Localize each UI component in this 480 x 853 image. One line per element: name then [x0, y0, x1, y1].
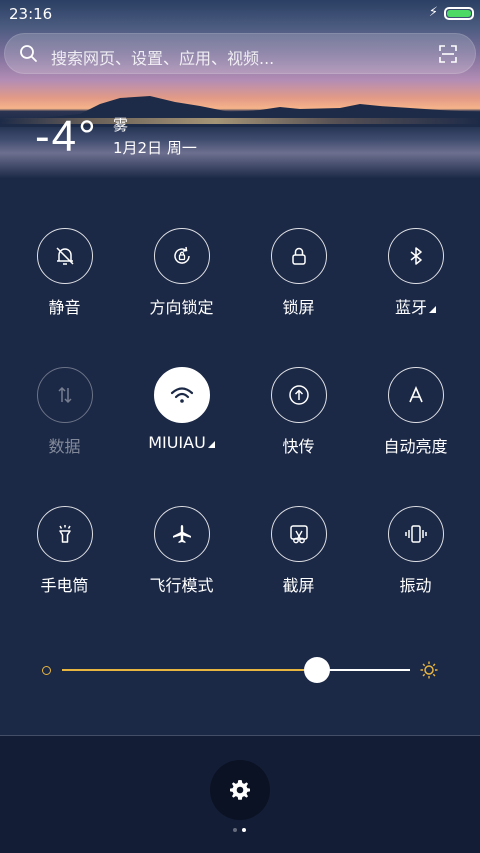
toggle-label: 方向锁定 — [149, 298, 214, 317]
brightness-track-filled[interactable] — [62, 669, 317, 671]
toggle-label: 振动 — [399, 576, 432, 595]
settings-button[interactable] — [210, 760, 270, 820]
screenshot-icon — [270, 506, 327, 562]
toggle-label-with-menu: 蓝牙 — [357, 294, 474, 318]
mobile-data-icon — [36, 367, 93, 423]
page-indicator-dot — [233, 828, 237, 832]
scan-icon[interactable] — [439, 45, 457, 63]
toggle-vibrate[interactable]: 振动 — [357, 506, 474, 596]
toggle-auto-brightness[interactable]: 自动亮度 — [357, 367, 474, 457]
weather-condition: 雾 — [113, 116, 129, 134]
submenu-indicator-icon — [429, 306, 436, 313]
brightness-low-icon — [42, 666, 51, 675]
vibrate-icon — [387, 506, 444, 562]
search-placeholder: 搜索网页、设置、应用、视频... — [51, 49, 275, 68]
toggle-airplane[interactable]: 飞行模式 — [123, 506, 240, 596]
brightness-high-icon — [420, 661, 438, 679]
airplane-icon — [153, 506, 210, 562]
toggle-label: 锁屏 — [282, 298, 315, 317]
charging-icon: ⚡ — [428, 5, 438, 20]
toggle-mobile-data[interactable]: 数据 — [6, 367, 123, 457]
toggle-flashlight[interactable]: 手电筒 — [6, 506, 123, 596]
bell-off-icon — [36, 228, 93, 284]
toggle-silent[interactable]: 静音 — [6, 228, 123, 318]
auto-brightness-icon — [387, 367, 444, 423]
search-icon — [20, 45, 37, 62]
brightness-slider-thumb[interactable] — [304, 657, 330, 683]
toggle-quick-transfer[interactable]: 快传 — [240, 367, 357, 457]
weather-temperature[interactable]: -4° — [35, 112, 98, 162]
toggle-lock-screen[interactable]: 锁屏 — [240, 228, 357, 318]
toggle-label: 截屏 — [282, 576, 315, 595]
toggle-screenshot[interactable]: 截屏 — [240, 506, 357, 596]
weather-date: 1月2日 周一 — [113, 139, 197, 157]
wifi-icon — [153, 367, 210, 423]
toggle-bluetooth[interactable]: 蓝牙 — [357, 228, 474, 318]
toggle-label-with-menu: MIUIAU — [123, 433, 240, 452]
toggle-label: 手电筒 — [40, 576, 89, 595]
toggle-wifi[interactable]: MIUIAU — [123, 367, 240, 452]
gear-icon — [230, 780, 250, 800]
toggle-label: 自动亮度 — [383, 437, 448, 456]
submenu-indicator-icon — [207, 441, 215, 448]
battery-icon — [444, 7, 474, 20]
toggle-label: 飞行模式 — [149, 576, 214, 595]
lock-icon — [270, 228, 327, 284]
search-bar[interactable]: 搜索网页、设置、应用、视频... — [4, 33, 476, 74]
bluetooth-icon — [387, 228, 444, 284]
rotation-lock-icon — [153, 228, 210, 284]
toggle-label: 数据 — [48, 437, 81, 456]
page-indicator-dot-active — [242, 828, 246, 832]
brightness-track[interactable] — [317, 669, 410, 671]
toggle-label: 静音 — [48, 298, 81, 317]
clock: 23:16 — [9, 5, 53, 23]
quick-transfer-icon — [270, 367, 327, 423]
flashlight-icon — [36, 506, 93, 562]
status-bar: 23:16 ⚡ — [0, 0, 480, 28]
toggle-rotation-lock[interactable]: 方向锁定 — [123, 228, 240, 318]
toggle-label: 快传 — [282, 437, 315, 456]
